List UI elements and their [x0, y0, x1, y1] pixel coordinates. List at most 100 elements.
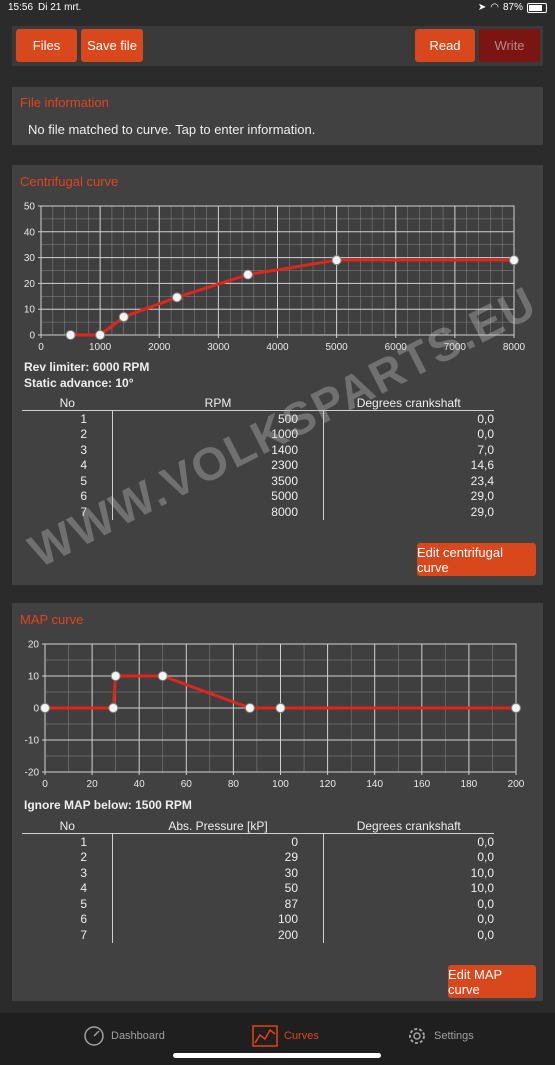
table-cell: 29,0 — [470, 504, 494, 519]
save-file-button[interactable]: Save file — [81, 29, 143, 62]
y-tick-label: 30 — [24, 253, 36, 264]
table-cell: 50 — [112, 880, 324, 896]
dashboard-icon — [84, 1026, 104, 1046]
x-tick-label: 8000 — [503, 342, 526, 353]
curves-icon — [252, 1025, 278, 1047]
table-row: 4 50 10,0 — [22, 880, 494, 896]
x-tick-label: 4000 — [266, 342, 289, 353]
table-cell: 5 — [80, 896, 87, 911]
x-tick-label: 40 — [134, 779, 146, 790]
data-point — [118, 311, 129, 322]
table-cell: 87 — [112, 896, 324, 912]
table-cell: 7 — [80, 927, 87, 942]
status-date: Di 21 mrt. — [38, 2, 82, 13]
x-tick-label: 80 — [228, 779, 240, 790]
table-cell: 29,0 — [470, 489, 494, 504]
y-tick-label: 0 — [33, 704, 39, 715]
x-tick-label: 20 — [87, 779, 99, 790]
table-row: 7 200 0,0 — [22, 927, 494, 943]
table-cell-spacer — [87, 865, 113, 881]
file-info-text[interactable]: No file matched to curve. Tap to enter i… — [28, 122, 315, 137]
data-point — [110, 671, 121, 681]
table-cell: 200 — [112, 927, 324, 943]
read-button[interactable]: Read — [415, 29, 475, 62]
file-info-panel[interactable]: File information No file matched to curv… — [12, 87, 543, 145]
tab-settings[interactable]: Settings — [406, 1025, 474, 1047]
x-tick-label: 120 — [319, 779, 336, 790]
table-cell: 1 — [80, 411, 87, 426]
column-header: Degrees crankshaft — [323, 818, 494, 834]
table-row: 5 3500 23,4 — [22, 473, 494, 489]
battery-percent: 87% — [502, 2, 523, 13]
table-header: No Abs. Pressure [kP] Degrees crankshaft — [22, 818, 494, 834]
status-right: ➤ ◠ 87% — [478, 2, 547, 13]
rev-limiter-text: Rev limiter: 6000 RPM — [24, 360, 150, 374]
table-cell: 30 — [112, 865, 324, 881]
x-tick-label: 60 — [181, 779, 193, 790]
table-row: 6 100 0,0 — [22, 911, 494, 927]
tab-curves[interactable]: Curves — [252, 1025, 319, 1047]
data-point — [275, 703, 286, 713]
status-time: 15:56 — [8, 2, 34, 13]
data-point — [511, 703, 521, 713]
x-tick-label: 200 — [508, 779, 525, 790]
tab-label: Curves — [284, 1030, 319, 1042]
table-cell-spacer — [87, 410, 113, 427]
tab-dashboard[interactable]: Dashboard — [83, 1025, 165, 1047]
table-cell: 23,4 — [470, 473, 494, 488]
table-cell: 0,0 — [477, 850, 494, 865]
gear-icon — [409, 1028, 425, 1044]
data-point — [244, 703, 255, 713]
table-cell-spacer — [87, 896, 113, 912]
x-tick-label: 2000 — [148, 342, 171, 353]
write-button[interactable]: Write — [479, 29, 540, 62]
files-button[interactable]: Files — [16, 29, 77, 62]
table-cell: 0,0 — [477, 834, 494, 849]
status-bar: 15:56 Di 21 mrt. ➤ ◠ 87% — [0, 0, 555, 16]
table-cell: 5 — [80, 473, 87, 488]
x-tick-label: 100 — [272, 779, 289, 790]
data-point — [331, 255, 342, 266]
table-row: 2 29 0,0 — [22, 849, 494, 865]
map-table: No Abs. Pressure [kP] Degrees crankshaft… — [22, 818, 494, 943]
table-cell: 2 — [80, 850, 87, 865]
table-cell: 29 — [112, 849, 324, 865]
x-tick-label: 180 — [461, 779, 478, 790]
data-point — [95, 330, 106, 340]
edit-map-button[interactable]: Edit MAP curve — [448, 965, 536, 998]
y-tick-label: 20 — [24, 279, 36, 290]
x-tick-label: 160 — [413, 779, 430, 790]
x-tick-label: 0 — [42, 779, 48, 790]
table-cell-spacer — [87, 911, 113, 927]
table-cell-spacer — [87, 442, 113, 458]
data-point — [171, 292, 182, 303]
table-cell-spacer — [87, 927, 113, 943]
x-tick-label: 0 — [38, 342, 44, 353]
data-point — [509, 255, 519, 266]
y-tick-label: 10 — [24, 305, 36, 316]
table-row: 3 30 10,0 — [22, 865, 494, 881]
ignore-map-text: Ignore MAP below: 1500 RPM — [24, 798, 192, 812]
x-tick-label: 140 — [366, 779, 383, 790]
data-point — [40, 703, 50, 713]
y-tick-label: 0 — [29, 331, 35, 342]
data-point — [157, 671, 168, 681]
edit-centrifugal-button[interactable]: Edit centrifugal curve — [417, 543, 536, 576]
table-cell: 3 — [80, 865, 87, 880]
table-cell: 6 — [80, 912, 87, 927]
table-cell-spacer — [87, 426, 113, 442]
table-cell: 10,0 — [470, 865, 494, 880]
table-row: 5 87 0,0 — [22, 896, 494, 912]
column-header: Abs. Pressure [kP] — [112, 818, 324, 834]
table-cell-spacer — [87, 880, 113, 896]
y-tick-label: 20 — [28, 640, 40, 651]
y-tick-label: -20 — [25, 768, 40, 779]
table-row: 1 0 0,0 — [22, 833, 494, 850]
table-cell-spacer — [87, 457, 113, 473]
x-tick-label: 5000 — [326, 342, 349, 353]
battery-icon — [527, 2, 547, 13]
y-tick-label: -10 — [25, 736, 40, 747]
table-cell: 7,0 — [477, 442, 494, 457]
data-point — [108, 703, 119, 713]
table-cell: 0,0 — [477, 912, 494, 927]
